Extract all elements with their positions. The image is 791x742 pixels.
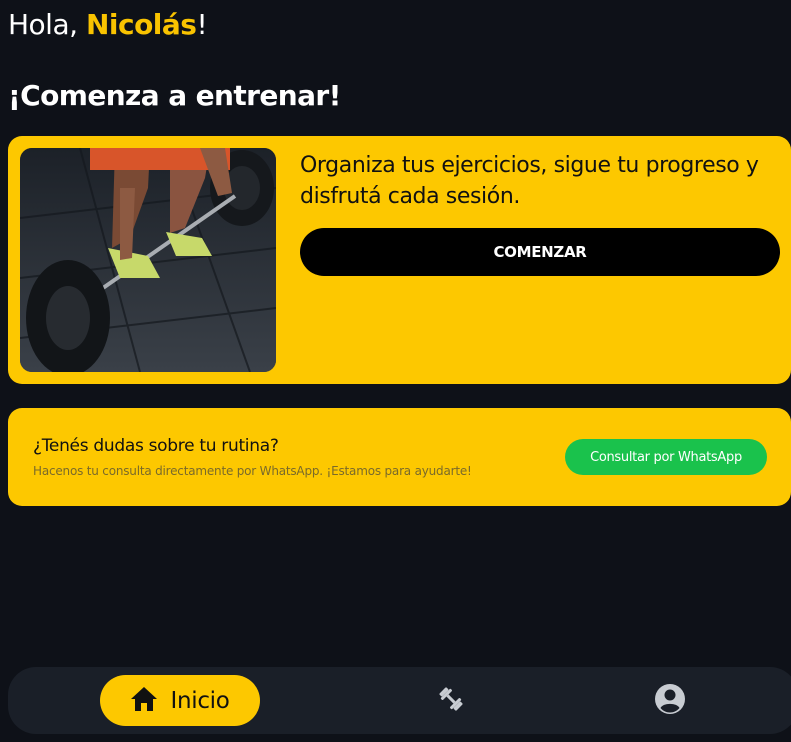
whatsapp-button[interactable]: Consultar por WhatsApp [565,439,767,475]
greeting-suffix: ! [196,8,208,41]
greeting-prefix: Hola, [8,8,86,41]
dumbbell-icon [435,683,467,719]
hero-text: Organiza tus ejercicios, sigue tu progre… [300,153,759,209]
account-circle-icon [654,683,686,719]
nav-item-profile[interactable] [652,683,688,719]
bottom-nav: Inicio [8,667,791,734]
greeting: Hola, Nicolás! [8,8,208,41]
hero-card: Organiza tus ejercicios, sigue tu progre… [8,136,791,384]
start-button[interactable]: COMENZAR [300,228,780,276]
user-name: Nicolás [85,8,197,41]
help-card: ¿Tenés dudas sobre tu rutina? Hacenos tu… [8,408,791,506]
help-subtitle: Hacenos tu consulta directamente por Wha… [33,464,472,478]
page-headline: ¡Comenza a entrenar! [8,79,341,112]
help-title: ¿Tenés dudas sobre tu rutina? [33,436,279,456]
nav-item-label: Inicio [170,687,230,714]
weightlifting-photo [20,148,276,372]
nav-item-inicio[interactable]: Inicio [100,675,260,726]
nav-item-workouts[interactable] [433,683,469,719]
hero-image [20,148,276,372]
home-icon [130,686,158,716]
